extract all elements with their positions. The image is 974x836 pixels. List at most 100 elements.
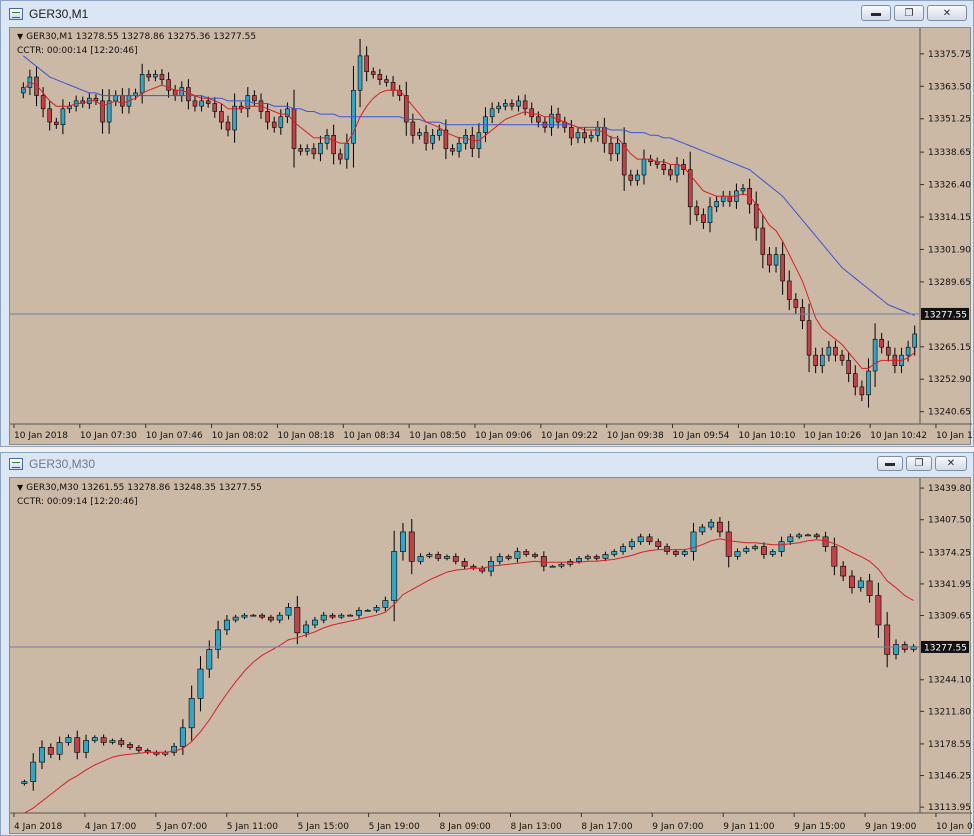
fast-moving-average-line <box>22 81 916 369</box>
candle-body <box>576 558 582 562</box>
candle <box>780 240 785 295</box>
candle-body <box>139 74 145 94</box>
candle-body <box>232 616 239 621</box>
candle-body <box>734 551 741 557</box>
close-button[interactable]: ✕ <box>927 5 967 21</box>
candle-body <box>271 121 277 128</box>
price-tick-label: 13374.25 <box>928 548 971 558</box>
candle-body <box>516 100 521 107</box>
chart-window-icon <box>9 458 23 470</box>
time-tick-label: 5 Jan 15:00 <box>298 822 350 832</box>
close-button[interactable]: ✕ <box>935 456 967 471</box>
candle <box>118 737 125 748</box>
candlestick-chart[interactable]: 13439.80 13407.50 13374.25 13341.95 13309.65… <box>10 478 972 835</box>
candle <box>767 247 772 273</box>
candle-body <box>100 737 107 743</box>
chart-window-m1[interactable]: GER30,M1 ▬ ❐ ✕ 13375.75 13363.50 13351.25 1… <box>0 0 974 447</box>
candle-body <box>608 142 614 155</box>
price-tick-label: 13211.80 <box>928 707 971 717</box>
candle <box>773 247 779 273</box>
candlestick-chart[interactable]: 13375.75 13363.50 13351.25 13338.65 13326.40… <box>10 28 972 446</box>
candle-body <box>503 103 508 107</box>
candle-body <box>879 338 884 348</box>
candle <box>549 565 556 568</box>
candle-body <box>21 781 28 784</box>
candle <box>595 120 601 142</box>
chart-window-m30[interactable]: GER30,M30 ▬ ❐ ✕ 13439.80 13407.50 13374.25… <box>0 452 974 836</box>
price-tick-label: 13240.65 <box>928 408 971 418</box>
chart-plot-area[interactable]: 13375.75 13363.50 13351.25 13338.65 13326.40… <box>9 27 972 446</box>
title-bar[interactable]: GER30,M1 ▬ ❐ ✕ <box>1 1 973 27</box>
candle-body <box>549 113 554 128</box>
candle <box>461 558 468 570</box>
candle-body <box>56 742 63 755</box>
candle-body <box>831 546 838 567</box>
title-bar[interactable]: GER30,M30 ▬ ❐ ✕ <box>1 453 973 475</box>
minimize-button[interactable]: ▬ <box>861 5 891 21</box>
candle <box>56 736 63 761</box>
candle <box>135 745 142 753</box>
candle <box>602 117 607 153</box>
candle-body <box>787 536 794 543</box>
candle <box>753 191 759 241</box>
candle-body <box>285 607 292 616</box>
candle-body <box>397 89 402 96</box>
price-tick-label: 13351.25 <box>928 115 971 125</box>
candle-body <box>205 100 211 104</box>
minimize-button[interactable]: ▬ <box>877 456 903 471</box>
candle-body <box>291 108 297 149</box>
restore-button[interactable]: ❐ <box>906 456 932 471</box>
candle-body <box>390 82 396 91</box>
candle <box>171 742 178 756</box>
time-tick-label: 10 Jan 07:30 <box>80 431 137 441</box>
restore-button[interactable]: ❐ <box>894 5 924 21</box>
chart-plot-area[interactable]: 13439.80 13407.50 13374.25 13341.95 13309.65… <box>9 477 972 835</box>
time-tick-label: 10 Jan 08:34 <box>343 431 400 441</box>
chart-info-cctr: CCTR: 00:00:14 [12:20:46] <box>17 46 138 56</box>
candle-body <box>641 158 647 176</box>
candle-body <box>197 668 204 699</box>
candle <box>681 549 688 557</box>
candle-body <box>584 556 591 559</box>
candle <box>276 612 283 624</box>
candle-body <box>109 740 116 743</box>
candle <box>391 530 398 622</box>
candle-body <box>905 346 911 356</box>
candle <box>611 549 618 557</box>
candle-body <box>391 551 398 601</box>
candle <box>575 127 581 144</box>
candle-body <box>100 100 105 123</box>
candle-body <box>212 103 218 112</box>
candle <box>805 533 811 537</box>
candle-body <box>593 556 600 559</box>
candle-body <box>839 354 845 361</box>
candle-body <box>206 649 213 670</box>
candle-body <box>615 142 620 155</box>
candle <box>344 133 350 169</box>
candle-body <box>417 556 424 562</box>
time-tick-label: 10 Jan 08:02 <box>212 431 269 441</box>
candle-body <box>514 551 521 559</box>
candle <box>443 119 449 160</box>
candle <box>489 102 495 124</box>
candle-body <box>620 546 627 552</box>
candle-body <box>707 206 713 224</box>
candle-body <box>549 565 556 568</box>
candle <box>153 70 158 82</box>
candle-body <box>278 116 284 128</box>
candle-body <box>786 280 792 300</box>
candle <box>819 347 825 374</box>
candle-body <box>120 95 125 107</box>
candle-body <box>298 148 303 152</box>
candle <box>872 323 878 387</box>
time-tick-label: 9 Jan 19:00 <box>865 822 917 832</box>
candle <box>215 620 222 659</box>
candle <box>886 340 891 362</box>
candle <box>113 90 119 107</box>
candle-body <box>311 148 317 155</box>
candle <box>423 125 429 151</box>
candle <box>377 69 383 85</box>
candle <box>146 70 152 82</box>
chart-info-ohlc: ▼ GER30,M1 13278.55 13278.86 13275.36 132… <box>17 32 257 42</box>
candle-body <box>470 134 475 149</box>
